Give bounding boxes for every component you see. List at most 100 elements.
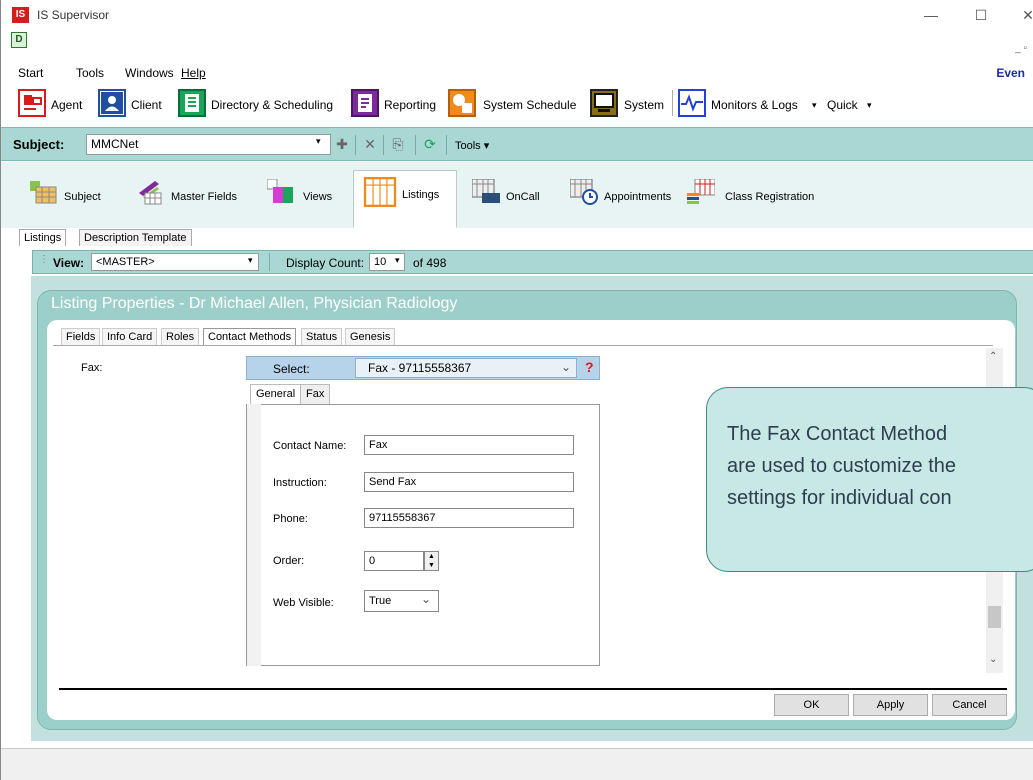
scroll-down-icon[interactable]: ⌄ xyxy=(989,654,997,665)
ok-button[interactable]: OK xyxy=(774,694,849,716)
subject-divider xyxy=(355,135,356,155)
document-icon: D xyxy=(11,32,27,48)
order-stepper[interactable]: 0 xyxy=(364,551,424,571)
delete-icon[interactable]: ✕ xyxy=(362,136,378,152)
grip-icon: ⋮ xyxy=(39,254,49,265)
copy-icon[interactable]: ⎘ xyxy=(390,136,406,152)
mdi-controls[interactable]: _ ▫ xyxy=(1015,43,1027,54)
subject-divider xyxy=(415,135,416,155)
system-icon[interactable] xyxy=(590,89,618,117)
tools-dropdown-icon: ▾ xyxy=(483,140,490,152)
menu-windows[interactable]: Windows xyxy=(125,66,174,80)
view-dropdown-icon[interactable]: ▾ xyxy=(248,255,253,266)
subject-divider xyxy=(446,135,447,155)
scrollbar-thumb[interactable] xyxy=(988,606,1001,628)
callout-line: are used to customize the xyxy=(727,455,957,477)
contact-name-input[interactable]: Fax xyxy=(364,435,574,455)
fax-label: Fax: xyxy=(81,362,103,374)
tab-master-fields[interactable]: Master Fields xyxy=(126,172,244,218)
quick-dropdown-icon[interactable]: ▾ xyxy=(867,100,872,111)
tab-roles[interactable]: Roles xyxy=(161,328,200,346)
scroll-up-icon[interactable]: ⌃ xyxy=(989,351,997,362)
monitors-logs-icon[interactable] xyxy=(678,89,706,117)
events-label[interactable]: Even xyxy=(996,66,1025,80)
contact-method-select[interactable]: Fax - 97115558367 xyxy=(355,358,577,378)
subject-label: Subject: xyxy=(13,137,65,152)
tools-label: Tools xyxy=(455,140,481,152)
tab-general[interactable]: General xyxy=(250,384,302,404)
subtab-description-template[interactable]: Description Template xyxy=(79,229,192,246)
menu-tools[interactable]: Tools xyxy=(76,66,104,80)
tab-views[interactable]: Views xyxy=(258,172,348,218)
tab-fields[interactable]: Fields xyxy=(61,328,101,346)
toolbar-divider xyxy=(672,90,673,116)
display-count-label: Display Count: xyxy=(286,256,365,270)
close-button[interactable]: ✕ xyxy=(1013,4,1033,26)
quick-label[interactable]: Quick xyxy=(827,98,858,112)
subject-tab-icon xyxy=(30,181,57,204)
reporting-label[interactable]: Reporting xyxy=(384,98,436,112)
instruction-input[interactable]: Send Fax xyxy=(364,472,574,492)
listing-properties-title: Listing Properties - Dr Michael Allen, P… xyxy=(51,295,458,312)
agent-icon[interactable] xyxy=(18,89,46,117)
subject-dropdown-icon[interactable]: ▾ xyxy=(316,136,321,147)
tab-subject-label: Subject xyxy=(64,191,101,203)
tab-divider xyxy=(53,345,993,346)
view-divider xyxy=(269,253,270,271)
menu-help[interactable]: Help xyxy=(181,66,206,80)
menu-start[interactable]: Start xyxy=(18,66,43,80)
system-schedule-label[interactable]: System Schedule xyxy=(483,98,576,112)
web-visible-label: Web Visible: xyxy=(273,597,334,609)
apply-button[interactable]: Apply xyxy=(853,694,928,716)
contact-name-label: Contact Name: xyxy=(273,440,347,452)
tab-genesis[interactable]: Genesis xyxy=(345,328,396,346)
refresh-icon[interactable]: ⟳ xyxy=(422,136,438,152)
phone-label: Phone: xyxy=(273,513,308,525)
tab-fax[interactable]: Fax xyxy=(300,384,331,404)
chevron-down-icon[interactable]: ⌄ xyxy=(561,360,571,374)
callout-text: The Fax Contact Method are used to custo… xyxy=(727,418,1033,514)
tab-listings[interactable]: Listings xyxy=(353,170,457,228)
phone-input[interactable]: 97115558367 xyxy=(364,508,574,528)
tab-appointments[interactable]: Appointments xyxy=(561,172,673,218)
stepper-arrows-icon[interactable]: ▲ ▼ xyxy=(424,551,439,571)
maximize-button[interactable]: ☐ xyxy=(966,4,996,26)
tab-listings-label: Listings xyxy=(402,189,440,201)
app-icon: IS xyxy=(12,7,29,23)
tab-info-card[interactable]: Info Card xyxy=(102,328,158,346)
client-icon[interactable] xyxy=(98,89,126,117)
tab-contact-methods[interactable]: Contact Methods xyxy=(203,328,297,346)
oncall-tab-icon xyxy=(472,179,500,203)
help-icon[interactable]: ? xyxy=(585,359,594,375)
tab-status[interactable]: Status xyxy=(301,328,343,346)
reporting-icon[interactable] xyxy=(351,89,379,117)
monitors-logs-label[interactable]: Monitors & Logs xyxy=(711,98,798,112)
view-select[interactable]: <MASTER> xyxy=(91,253,259,271)
tab-master-fields-label: Master Fields xyxy=(171,191,238,203)
system-label[interactable]: System xyxy=(624,98,664,112)
tab-class-registration[interactable]: Class Registration xyxy=(678,172,816,218)
tools-dropdown[interactable]: Tools ▾ xyxy=(455,139,489,152)
title-bar xyxy=(1,0,1033,30)
system-schedule-icon[interactable] xyxy=(448,89,476,117)
callout-line: The Fax Contact Method xyxy=(727,423,948,445)
minimize-button[interactable]: — xyxy=(916,4,946,26)
subtab-listings[interactable]: Listings xyxy=(19,229,67,246)
add-icon[interactable]: ✚ xyxy=(334,136,350,152)
agent-label[interactable]: Agent xyxy=(51,98,82,112)
callout-line: settings for individual con xyxy=(727,487,952,509)
tab-oncall[interactable]: OnCall xyxy=(463,172,553,218)
total-count-label: of 498 xyxy=(413,256,447,270)
tab-subject[interactable]: Subject xyxy=(21,172,121,218)
client-label[interactable]: Client xyxy=(131,98,162,112)
web-visible-chevron-icon[interactable]: ⌄ xyxy=(421,592,431,606)
panel-shade xyxy=(247,404,261,666)
directory-scheduling-label[interactable]: Directory & Scheduling xyxy=(211,98,333,112)
monitors-dropdown-icon[interactable]: ▾ xyxy=(812,100,817,111)
listings-tab-icon xyxy=(363,177,397,207)
cancel-button[interactable]: Cancel xyxy=(932,694,1007,716)
display-count-dropdown-icon[interactable]: ▾ xyxy=(395,255,400,266)
subject-input[interactable]: MMCNet xyxy=(86,134,331,155)
tab-oncall-label: OnCall xyxy=(506,191,540,203)
directory-icon[interactable] xyxy=(178,89,206,117)
